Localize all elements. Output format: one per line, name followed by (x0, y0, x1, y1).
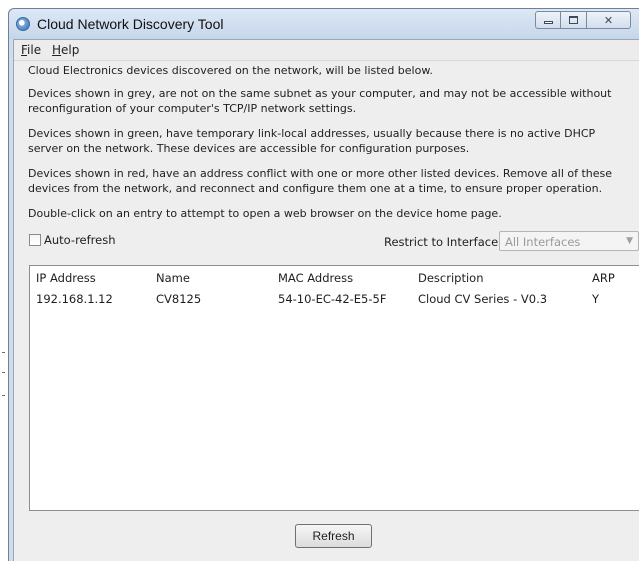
restrict-interface-label: Restrict to Interface: (384, 235, 503, 249)
info-red-devices: Devices shown in red, have an address co… (28, 167, 613, 195)
cell-ip-address: 192.168.1.12 (36, 292, 113, 306)
minimize-button[interactable] (535, 11, 561, 29)
info-green-devices: Devices shown in green, have temporary l… (28, 127, 596, 155)
cell-arp: Y (592, 292, 600, 306)
cloud-app-icon[interactable] (16, 17, 30, 31)
column-mac-address[interactable]: MAC Address (278, 271, 353, 285)
chevron-down-icon[interactable]: ▼ (626, 236, 633, 246)
menu-help[interactable]: Help (52, 43, 79, 57)
menu-bar: File Help (14, 40, 639, 61)
cell-name: CV8125 (156, 292, 202, 306)
column-ip-address[interactable]: IP Address (36, 271, 96, 285)
info-grey-devices: Devices shown in grey, are not on the sa… (28, 87, 612, 115)
auto-refresh-checkbox[interactable] (29, 234, 41, 246)
maximize-button[interactable] (561, 11, 587, 29)
title-bar[interactable]: Cloud Network Discovery Tool ✕ (9, 9, 639, 39)
auto-refresh-label[interactable]: Auto-refresh (44, 233, 116, 247)
cell-mac-address: 54-10-EC-42-E5-5F (278, 292, 387, 306)
column-description[interactable]: Description (418, 271, 484, 285)
cell-description: Cloud CV Series - V0.3 (418, 292, 548, 306)
maximize-icon (569, 16, 578, 24)
table-row[interactable]: 192.168.1.12 CV8125 54-10-EC-42-E5-5F Cl… (30, 291, 639, 309)
auto-refresh-option[interactable]: Auto-refresh (29, 233, 116, 247)
app-window: Cloud Network Discovery Tool ✕ File Help… (8, 8, 639, 561)
window-title: Cloud Network Discovery Tool (37, 16, 224, 32)
menu-file-rest: ile (27, 43, 42, 57)
column-name[interactable]: Name (156, 271, 190, 285)
info-intro: Cloud Electronics devices discovered on … (28, 64, 433, 77)
table-header: IP Address Name MAC Address Description … (30, 266, 639, 289)
column-arp[interactable]: ARP (592, 271, 615, 285)
edge-mark (2, 352, 5, 353)
info-double-click: Double-click on an entry to attempt to o… (28, 207, 502, 220)
devices-table[interactable]: IP Address Name MAC Address Description … (29, 265, 639, 511)
close-button[interactable]: ✕ (587, 11, 631, 29)
interface-select-value: All Interfaces (505, 235, 581, 249)
close-icon: ✕ (603, 13, 614, 27)
menu-help-rest: elp (61, 43, 80, 57)
window-controls: ✕ (535, 11, 631, 29)
minimize-icon (543, 20, 553, 24)
edge-mark (2, 395, 5, 396)
menu-help-accel: H (52, 43, 62, 57)
interface-select[interactable]: All Interfaces ▼ (499, 231, 639, 251)
edge-mark (2, 372, 5, 373)
client-area: File Help Cloud Electronics devices disc… (13, 39, 639, 561)
menu-file[interactable]: File (21, 43, 41, 57)
refresh-button[interactable]: Refresh (295, 524, 372, 548)
